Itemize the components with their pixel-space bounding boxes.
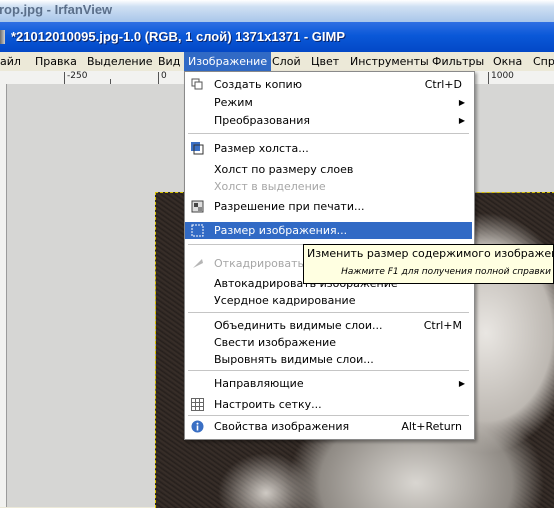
ruler-label: 0 — [161, 71, 167, 81]
ruler-label: -250 — [67, 71, 88, 81]
menu-separator — [188, 415, 469, 416]
print-size-icon — [191, 200, 204, 213]
menu-item-merge-visible[interactable]: Объединить видимые слои... Ctrl+M — [185, 317, 472, 334]
ruler-tick — [158, 72, 159, 84]
tooltip-hint: Нажмите F1 для получения полной справки — [341, 267, 551, 277]
menu-select[interactable]: Выделение — [87, 52, 153, 71]
submenu-arrow-icon: ▶ — [458, 116, 465, 125]
menu-help[interactable]: Спр — [533, 52, 554, 71]
ruler-tick — [488, 72, 489, 84]
menu-item-transform[interactable]: Преобразования ▶ — [185, 112, 472, 129]
vertical-ruler[interactable] — [0, 84, 7, 507]
menu-image[interactable]: Изображение — [184, 52, 272, 71]
menu-view[interactable]: Вид — [158, 52, 180, 71]
irfanview-titlebar[interactable]: rop.jpg - IrfanView — [0, 0, 554, 22]
irfanview-title: rop.jpg - IrfanView — [0, 2, 113, 17]
menu-windows[interactable]: Окна — [493, 52, 522, 71]
menu-item-configure-grid[interactable]: Настроить сетку... — [185, 396, 472, 413]
menu-item-image-properties[interactable]: Свойства изображения Alt+Return — [185, 418, 472, 435]
menu-separator — [188, 312, 469, 313]
menu-filters[interactable]: Фильтры — [432, 52, 484, 71]
ruler-label: 1000 — [491, 71, 514, 81]
ruler-tick — [64, 72, 65, 84]
menu-item-flatten[interactable]: Свести изображение — [185, 334, 472, 351]
menu-edit[interactable]: Правка — [35, 52, 77, 71]
grid-icon — [191, 398, 204, 411]
scale-image-icon — [191, 224, 204, 237]
menu-separator — [188, 370, 469, 371]
menu-item-guides[interactable]: Направляющие ▶ — [185, 375, 472, 392]
canvas-size-icon — [191, 142, 204, 155]
menubar: айл Правка Выделение Вид Изображение Сло… — [0, 52, 554, 71]
menu-file[interactable]: айл — [0, 52, 21, 71]
gimp-titlebar[interactable]: *21012010095.jpg-1.0 (RGB, 1 слой) 1371x… — [0, 22, 554, 52]
tooltip: Изменить размер содержимого изображения … — [303, 244, 554, 284]
tooltip-text: Изменить размер содержимого изображения — [307, 247, 554, 260]
duplicate-icon — [191, 78, 204, 91]
menu-item-fit-canvas[interactable]: Холст по размеру слоев — [185, 161, 472, 178]
menu-item-canvas-to-selection: Холст в выделение — [214, 180, 326, 193]
submenu-arrow-icon: ▶ — [458, 379, 465, 388]
menu-layer[interactable]: Слой — [272, 52, 301, 71]
gimp-window-icon — [0, 30, 5, 44]
menu-colors[interactable]: Цвет — [311, 52, 339, 71]
menu-item-zealous-crop[interactable]: Усердное кадрирование — [185, 292, 472, 309]
menu-separator — [188, 133, 469, 134]
menu-item-canvas-size[interactable]: Размер холста... — [185, 140, 472, 157]
crop-icon — [191, 257, 204, 270]
menu-item-align-visible[interactable]: Выровнять видимые слои... — [185, 351, 472, 368]
menu-item-print-size[interactable]: Разрешение при печати... — [185, 198, 472, 215]
menu-item-scale-image[interactable]: Размер изображения... — [185, 222, 472, 239]
menu-item-mode[interactable]: Режим ▶ — [185, 94, 472, 111]
gimp-window-title: *21012010095.jpg-1.0 (RGB, 1 слой) 1371x… — [11, 29, 346, 44]
menu-item-duplicate[interactable]: Создать копию Ctrl+D — [185, 76, 472, 93]
submenu-arrow-icon: ▶ — [458, 98, 465, 107]
info-icon — [191, 420, 204, 433]
menu-tools[interactable]: Инструменты — [350, 52, 429, 71]
